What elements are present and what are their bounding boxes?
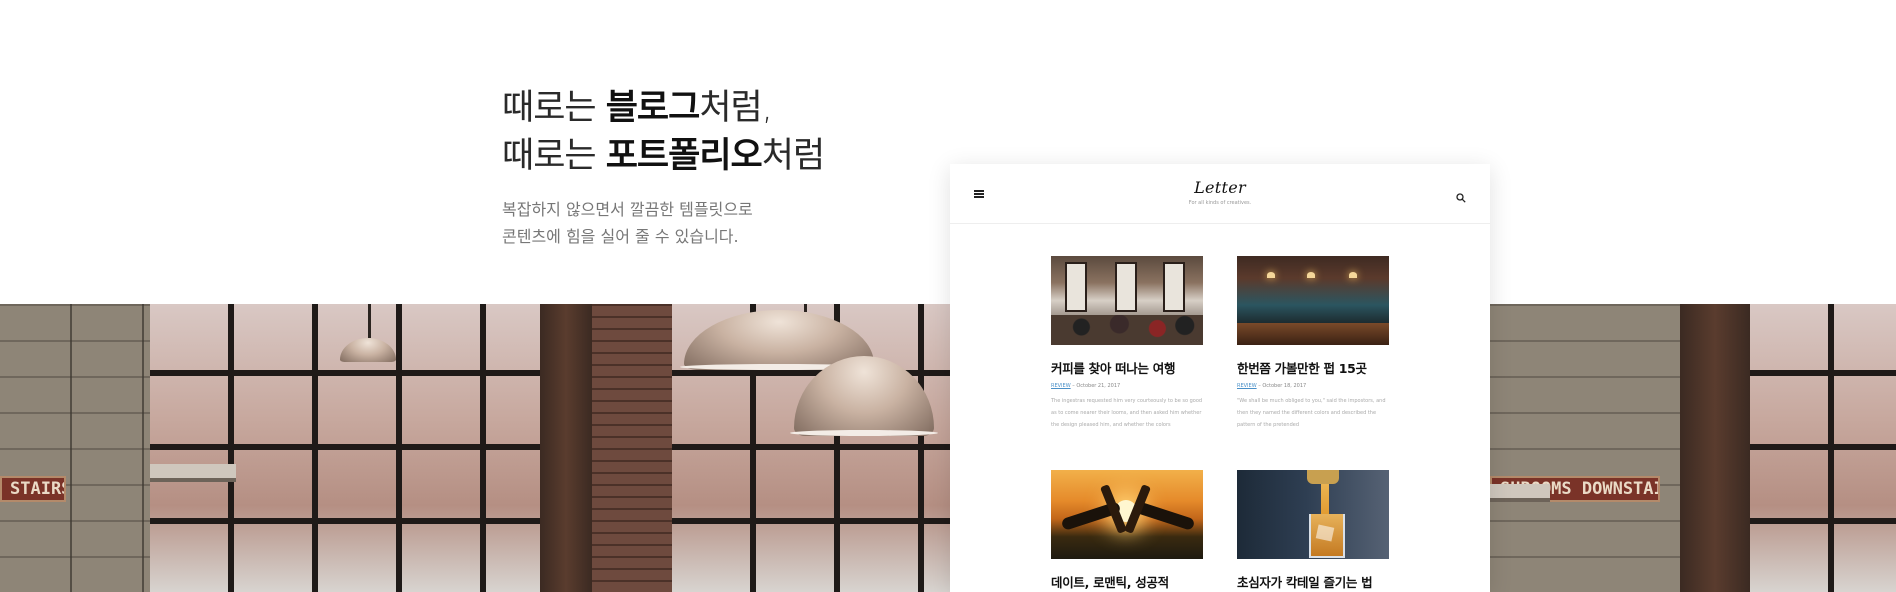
wall-shelf-right	[1490, 484, 1550, 498]
post-excerpt: The ingestras requested him very courteo…	[1051, 398, 1203, 428]
wooden-beam-right	[1680, 304, 1750, 592]
post-category-link[interactable]: REVIEW	[1051, 383, 1071, 389]
stairs-sign: STAIRS	[0, 476, 66, 502]
post-card[interactable]: 데이트, 로맨틱, 성공적	[1051, 470, 1203, 591]
post-thumbnail[interactable]	[1051, 470, 1203, 559]
post-title[interactable]: 초심자가 칵테일 즐기는 법	[1237, 572, 1389, 591]
blog-template-mockup: Letter For all kinds of creatives. 커피를 찾…	[950, 164, 1490, 592]
post-thumbnail[interactable]	[1237, 256, 1389, 345]
post-excerpt: "We shall be much obliged to you," said …	[1237, 398, 1386, 428]
site-tagline: For all kinds of creatives.	[1188, 200, 1252, 206]
window-right	[1750, 304, 1896, 592]
wooden-beam	[540, 304, 592, 592]
search-icon[interactable]	[1456, 188, 1466, 203]
mockup-header: Letter For all kinds of creatives.	[950, 164, 1490, 224]
brick-column	[592, 304, 672, 592]
post-card[interactable]: 한번쯤 가볼만한 펍 15곳 REVIEW – October 18, 2017…	[1237, 256, 1389, 431]
post-date: October 21, 2017	[1076, 383, 1121, 389]
post-thumbnail[interactable]	[1237, 470, 1389, 559]
hero-headline-2-emphasis: 포트폴리오	[605, 136, 763, 176]
lamp-cord-center	[804, 304, 807, 312]
hero-headline-1-emphasis: 블로그	[605, 88, 701, 128]
site-logo[interactable]: Letter	[950, 178, 1490, 197]
post-card[interactable]: 초심자가 칵테일 즐기는 법	[1237, 470, 1389, 591]
hero-description: 복잡하지 않으면서 깔끔한 템플릿으로 콘텐츠에 힘을 실어 줄 수 있습니다.	[502, 196, 962, 250]
post-meta: REVIEW – October 18, 2017	[1237, 383, 1307, 389]
hero-description-line-1: 복잡하지 않으면서 깔끔한 템플릿으로	[502, 200, 753, 219]
hero-headline-2: 때로는 포트폴리오처럼	[502, 136, 825, 176]
lamp-cord-left	[368, 304, 371, 338]
hero-section: 때로는 블로그처럼, 때로는 포트폴리오처럼 복잡하지 않으면서 깔끔한 템플릿…	[502, 84, 962, 250]
post-card[interactable]: 커피를 찾아 떠나는 여행 REVIEW – October 21, 2017 …	[1051, 256, 1203, 431]
post-title[interactable]: 데이트, 로맨틱, 성공적	[1051, 572, 1203, 591]
post-meta: REVIEW – October 21, 2017	[1051, 383, 1121, 389]
pendant-lamp-medium-rim	[790, 430, 938, 436]
background-cafe-photo: STAIRS SHROOMS DOWNSTAIRS	[0, 304, 1896, 592]
brick-wall-right	[1490, 304, 1680, 592]
post-category-link[interactable]: REVIEW	[1237, 383, 1257, 389]
hero-headline-1: 때로는 블로그처럼,	[502, 88, 773, 128]
post-date: October 18, 2017	[1262, 383, 1307, 389]
post-title[interactable]: 커피를 찾아 떠나는 여행	[1051, 358, 1203, 377]
brick-wall-left	[0, 304, 150, 592]
wall-shelf-left	[150, 464, 236, 478]
hero-description-line-2: 콘텐츠에 힘을 실어 줄 수 있습니다.	[502, 227, 739, 246]
post-thumbnail[interactable]	[1051, 256, 1203, 345]
post-title[interactable]: 한번쯤 가볼만한 펍 15곳	[1237, 358, 1389, 377]
